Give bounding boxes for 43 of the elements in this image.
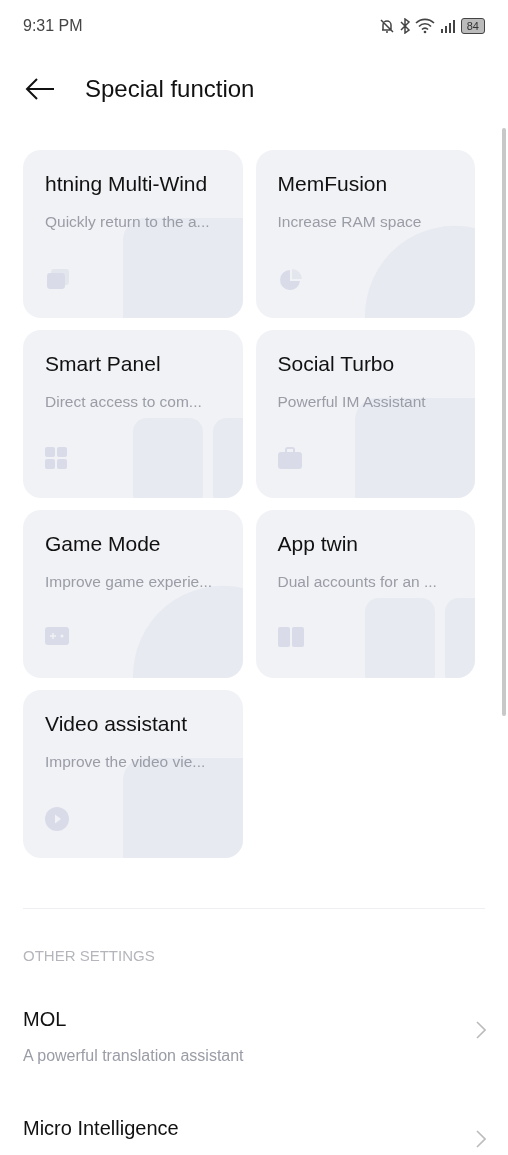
section-heading: OTHER SETTINGS [22, 946, 156, 966]
play-icon [45, 806, 69, 831]
chevron-right-icon [476, 1129, 486, 1148]
feature-card[interactable]: App twin Dual accounts for an ... [255, 510, 475, 678]
bluetooth-icon [399, 18, 410, 34]
wifi-icon [414, 18, 435, 34]
feature-card[interactable]: MemFusion Increase RAM space [255, 150, 475, 318]
pie-chart-icon [277, 266, 304, 293]
setting-title: Micro Intelligence [23, 1115, 179, 1141]
card-subtitle: Powerful IM Assistant [277, 391, 427, 412]
battery-indicator: 84 [460, 18, 485, 34]
settings-row[interactable]: Micro Intelligence [0, 1102, 508, 1155]
setting-title: MOL [23, 1006, 68, 1032]
settings-row[interactable]: MOL A powerful translation assistant [0, 993, 508, 1103]
card-subtitle: Improve the video vie... [45, 751, 207, 772]
card-title: htning Multi-Wind [45, 171, 209, 197]
split-panes-icon [277, 626, 304, 647]
card-title: Game Mode [45, 531, 162, 557]
chevron-right-icon [476, 1020, 486, 1039]
card-title: Smart Panel [45, 351, 162, 377]
signal-icon [439, 19, 456, 33]
grid-icon [45, 446, 67, 469]
page-title: Special function [85, 74, 255, 104]
card-subtitle: Dual accounts for an ... [277, 571, 438, 592]
card-subtitle: Increase RAM space [277, 211, 423, 232]
card-subtitle: Quickly return to the a... [45, 211, 211, 232]
card-subtitle: Improve game experie... [45, 571, 214, 592]
gamepad-icon [45, 626, 69, 645]
feature-card[interactable]: Smart Panel Direct access to com... [23, 330, 243, 498]
feature-card[interactable]: Social Turbo Powerful IM Assistant [255, 330, 475, 498]
status-time: 9:31 PM [23, 16, 83, 36]
feature-card[interactable]: Game Mode Improve game experie... [23, 510, 243, 678]
card-title: MemFusion [277, 171, 389, 197]
muted-bell-icon [378, 18, 395, 34]
card-title: App twin [277, 531, 360, 557]
briefcase-icon [277, 446, 302, 469]
feature-card[interactable]: Video assistant Improve the video vie... [23, 690, 243, 858]
card-subtitle: Direct access to com... [45, 391, 203, 412]
stacked-windows-icon [45, 266, 71, 291]
setting-subtitle: A powerful translation assistant [23, 1045, 244, 1066]
feature-card[interactable]: htning Multi-Wind Quickly return to the a... [23, 150, 243, 318]
card-title: Video assistant [45, 711, 189, 737]
card-title: Social Turbo [277, 351, 396, 377]
